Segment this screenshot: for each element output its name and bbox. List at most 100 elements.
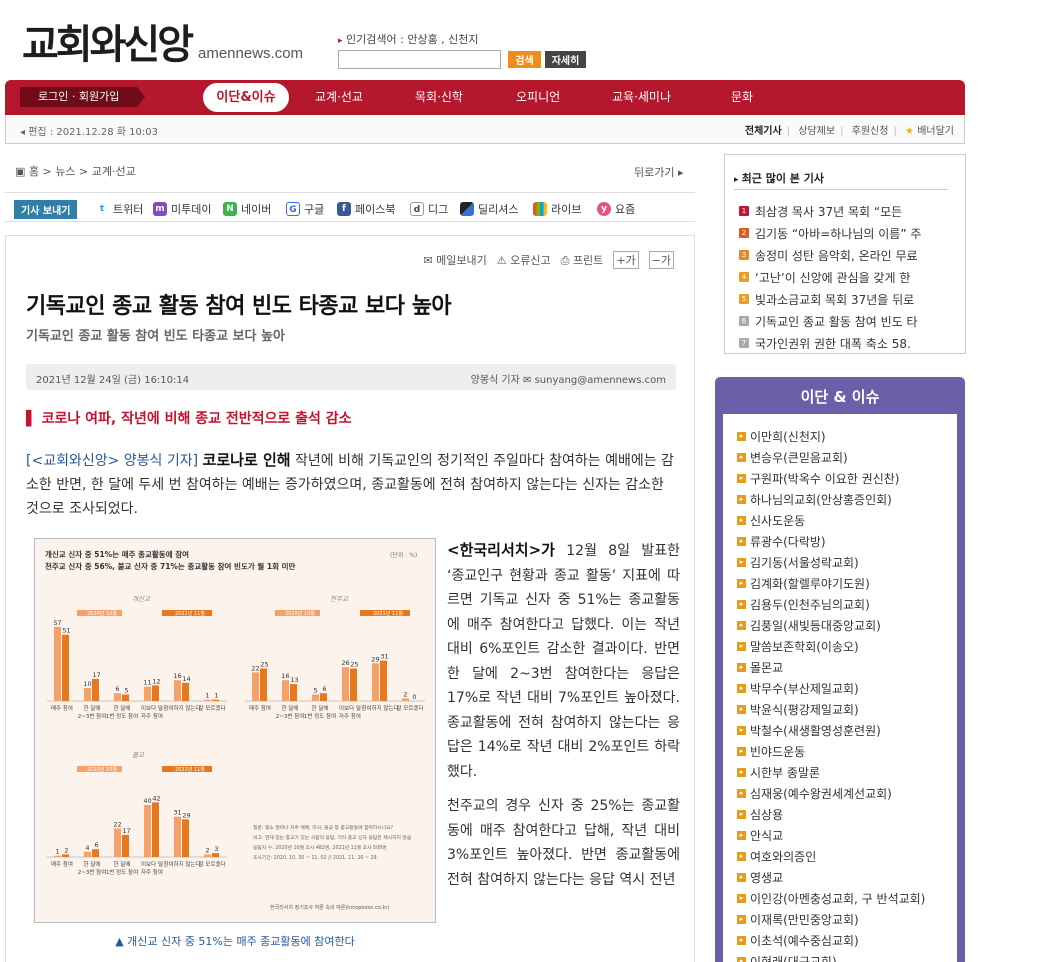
warning-icon: ⚠ bbox=[496, 254, 507, 267]
popular-articles-box: 최근 많이 본 기사 1 최삼경 목사 37년 목회 “모든 2 김기동 “아바=하나… bbox=[724, 154, 966, 354]
issue-item[interactable]: ▸ 이만희(신천지) bbox=[737, 426, 925, 447]
issue-item[interactable]: ▸ 몰몬교 bbox=[737, 657, 925, 678]
article-figure[interactable]: 개신교 신자 중 51%는 매주 종교활동에 참여 천주교 신자 중 56%, … bbox=[34, 538, 436, 923]
bar bbox=[174, 816, 181, 857]
print-tool[interactable]: ⎙ 프린트 bbox=[561, 252, 604, 268]
share-facebook[interactable]: f 페이스북 bbox=[337, 201, 395, 217]
breadcrumb-home[interactable]: 홈 bbox=[29, 165, 39, 178]
nav-item-4[interactable]: 문화 bbox=[731, 80, 753, 115]
issue-item-label: 박철수(새생활영성훈련원) bbox=[750, 724, 881, 738]
issue-item[interactable]: ▸ 심재웅(예수왕권세계선교회) bbox=[737, 783, 925, 804]
bullet-icon: ▸ bbox=[737, 894, 746, 903]
rank-badge: 3 bbox=[739, 250, 749, 260]
rank-badge: 4 bbox=[739, 272, 749, 282]
panel-title: 개신교 bbox=[132, 595, 151, 603]
popular-item[interactable]: 6 기독교인 종교 활동 참여 빈도 타 bbox=[739, 310, 921, 332]
issue-item[interactable]: ▸ 신사도운동 bbox=[737, 510, 925, 531]
breadcrumb-news[interactable]: 뉴스 bbox=[55, 165, 75, 178]
issue-item[interactable]: ▸ 영생교 bbox=[737, 867, 925, 888]
font-increase-button[interactable]: +가 bbox=[613, 251, 639, 269]
bar bbox=[84, 851, 91, 857]
bullet-icon: ▸ bbox=[737, 600, 746, 609]
link-all-articles[interactable]: 전체기사 bbox=[745, 126, 782, 137]
detail-search-button[interactable]: 자세히 bbox=[545, 51, 586, 68]
yozm-icon: y bbox=[597, 202, 611, 216]
bar bbox=[174, 680, 181, 701]
nav-item-1[interactable]: 목회·신학 bbox=[415, 80, 463, 115]
popular-item[interactable]: 3 송정미 성탄 음악회, 온라인 무료 bbox=[739, 244, 921, 266]
nav-item-2[interactable]: 오피니언 bbox=[516, 80, 560, 115]
nav-item-0[interactable]: 교계·선교 bbox=[315, 80, 363, 115]
issue-item[interactable]: ▸ 김풍일(새빛등대중앙교회) bbox=[737, 615, 925, 636]
issue-item[interactable]: ▸ 변승우(큰믿음교회) bbox=[737, 447, 925, 468]
issue-item[interactable]: ▸ 류광수(다락방) bbox=[737, 531, 925, 552]
issue-item[interactable]: ▸ 박철수(새생활영성훈련원) bbox=[737, 720, 925, 741]
share-live[interactable]: 라이브 bbox=[533, 201, 581, 217]
popular-item[interactable]: 7 국가인권위 권한 대폭 축소 58. bbox=[739, 332, 921, 354]
sub-links: 전체기사 | 상담제보 | 후원신청 | ★ 배너달기 bbox=[744, 126, 954, 137]
breadcrumb-section[interactable]: 교계·선교 bbox=[92, 165, 136, 178]
issue-item[interactable]: ▸ 빈야드운동 bbox=[737, 741, 925, 762]
issue-item[interactable]: ▸ 시한부 종말론 bbox=[737, 762, 925, 783]
search-button[interactable]: 검색 bbox=[508, 51, 541, 68]
tick-label: 참여하지 않는다 bbox=[163, 860, 200, 868]
issue-item[interactable]: ▸ 김계화(할렐루야기도원) bbox=[737, 573, 925, 594]
bullet-icon: ▸ bbox=[737, 852, 746, 861]
issue-item[interactable]: ▸ 박윤식(평강제일교회) bbox=[737, 699, 925, 720]
popular-item[interactable]: 5 빛과소금교회 목회 37년을 뒤로 bbox=[739, 288, 921, 310]
share-digg[interactable]: d 디그 bbox=[410, 201, 448, 217]
mail-tool[interactable]: ✉ 메일보내기 bbox=[423, 252, 486, 268]
issue-item[interactable]: ▸ 구원파(박옥수 이요한 권신찬) bbox=[737, 468, 925, 489]
bullet-icon: ▸ bbox=[737, 684, 746, 693]
issue-item[interactable]: ▸ 김기동(서울성락교회) bbox=[737, 552, 925, 573]
bullet-icon: ▸ bbox=[737, 495, 746, 504]
link-support[interactable]: 후원신청 bbox=[852, 126, 889, 137]
nav-item-3[interactable]: 교육·세미나 bbox=[612, 80, 671, 115]
font-decrease-button[interactable]: −가 bbox=[648, 251, 674, 269]
issue-item[interactable]: ▸ 김용두(인천주님의교회) bbox=[737, 594, 925, 615]
login-button[interactable]: 로그인 · 회원가입 bbox=[20, 87, 146, 107]
bar bbox=[62, 854, 69, 857]
issue-item[interactable]: ▸ 이인강(아멘충성교회, 구 반석교회) bbox=[737, 888, 925, 909]
issue-item[interactable]: ▸ 이초석(예수중심교회) bbox=[737, 930, 925, 951]
link-banner[interactable]: 배너달기 bbox=[917, 126, 954, 137]
issue-item[interactable]: ▸ 하나님의교회(안상홍증인회) bbox=[737, 489, 925, 510]
issue-item[interactable]: ▸ 이재록(만민중앙교회) bbox=[737, 909, 925, 930]
tick-label: 자주 참여 bbox=[141, 712, 163, 720]
live-icon bbox=[533, 202, 547, 216]
issue-item[interactable]: ▸ 박무수(부산제일교회) bbox=[737, 678, 925, 699]
issue-item-label: 이현래(대구교회) bbox=[750, 955, 837, 962]
link-report[interactable]: 상담제보 bbox=[798, 126, 835, 137]
popular-search[interactable]: ▸ 인기검색어 : 안상홍 , 신천지 bbox=[338, 31, 479, 47]
bar bbox=[372, 663, 379, 701]
bullet-icon: ▸ bbox=[737, 936, 746, 945]
issue-item-label: 류광수(다락방) bbox=[750, 535, 826, 549]
issue-item[interactable]: ▸ 안식교 bbox=[737, 825, 925, 846]
issue-item[interactable]: ▸ 심상용 bbox=[737, 804, 925, 825]
search-input[interactable] bbox=[338, 50, 501, 69]
popular-item[interactable]: 1 최삼경 목사 37년 목회 “모든 bbox=[739, 200, 921, 222]
issue-item[interactable]: ▸ 여호와의증인 bbox=[737, 846, 925, 867]
share-twitter[interactable]: t 트위터 bbox=[95, 201, 144, 217]
popular-item[interactable]: 2 김기동 “아바=하나님의 이름” 주 bbox=[739, 222, 921, 244]
site-logo[interactable]: 교회와신앙 bbox=[22, 12, 194, 70]
popular-item[interactable]: 4 ‘고난’이 신앙에 관심을 갖게 한 bbox=[739, 266, 921, 288]
back-link[interactable]: 뒤로가기 ▸ bbox=[634, 164, 684, 180]
share-metoday[interactable]: m 미투데이 bbox=[153, 201, 211, 217]
issue-item-label: 변승우(큰믿음교회) bbox=[750, 451, 848, 465]
nav-item-active[interactable]: 이단&이슈 bbox=[200, 80, 292, 115]
issue-item[interactable]: ▸ 이현래(대구교회) bbox=[737, 951, 925, 962]
bullet-icon: ▸ bbox=[737, 453, 746, 462]
tick-label: 2~3번 참여 bbox=[276, 712, 305, 720]
site-domain: amennews.com bbox=[198, 45, 304, 62]
author-email[interactable]: sunyang@amennews.com bbox=[535, 375, 666, 386]
tick-label: 자주 참여 bbox=[339, 712, 361, 720]
mail-icon: ✉ bbox=[423, 254, 433, 267]
article-tools: ✉ 메일보내기 ⚠ 오류신고 ⎙ 프린트 +가 −가 bbox=[423, 251, 674, 269]
issue-item[interactable]: ▸ 말씀보존학회(이송오) bbox=[737, 636, 925, 657]
share-yozm[interactable]: y 요즘 bbox=[597, 201, 635, 217]
share-delicious[interactable]: 딜리셔스 bbox=[460, 201, 518, 217]
error-report-tool[interactable]: ⚠ 오류신고 bbox=[497, 252, 551, 268]
share-google[interactable]: G 구글 bbox=[286, 201, 324, 217]
share-naver[interactable]: N 네이버 bbox=[223, 201, 271, 217]
